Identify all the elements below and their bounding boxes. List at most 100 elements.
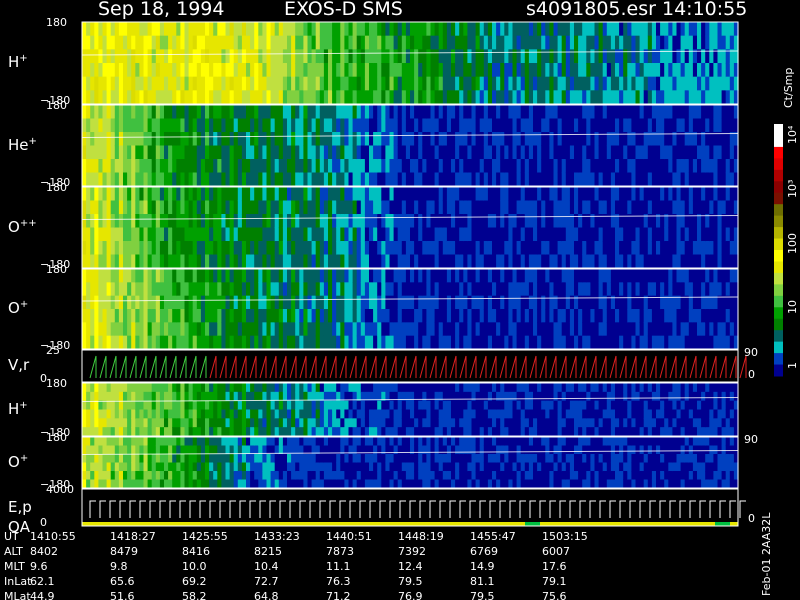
heat-cell	[217, 427, 222, 437]
heat-cell	[569, 105, 575, 120]
heat-cell	[709, 35, 714, 50]
heat-cell	[635, 172, 641, 187]
heat-cell	[336, 118, 341, 133]
heat-cell	[672, 322, 678, 337]
heat-cell	[307, 63, 313, 78]
heat-cell	[561, 241, 567, 256]
heat-cell	[426, 76, 432, 91]
heat-cell	[360, 76, 366, 91]
heat-cell	[127, 105, 132, 120]
heat-cell	[438, 254, 444, 269]
heat-cell	[578, 254, 583, 269]
heat-cell	[397, 90, 403, 105]
heat-cell	[369, 200, 374, 215]
heat-cell	[475, 35, 481, 50]
heat-cell	[364, 282, 370, 297]
heat-cell	[192, 35, 198, 50]
heat-cell	[278, 118, 284, 133]
heat-cell	[151, 309, 157, 323]
heat-cell	[545, 22, 550, 37]
heat-cell	[541, 282, 546, 297]
heat-cell	[369, 254, 374, 269]
heat-cell	[246, 335, 251, 350]
heat-cell	[660, 187, 665, 202]
heat-cell	[643, 187, 649, 202]
heat-cell	[287, 172, 292, 187]
heat-cell	[332, 309, 337, 323]
heat-cell	[336, 63, 341, 78]
heat-cell	[291, 418, 296, 428]
heat-cell	[602, 145, 608, 160]
heat-cell	[98, 418, 104, 428]
heat-cell	[623, 254, 628, 269]
heat-cell	[86, 269, 91, 283]
heat-cell	[721, 418, 727, 428]
heat-cell	[303, 49, 309, 64]
heat-cell	[709, 409, 714, 419]
heat-cell	[94, 105, 99, 120]
heat-cell	[676, 241, 682, 256]
heat-cell	[426, 35, 432, 50]
heat-cell	[151, 254, 157, 269]
heat-cell	[459, 391, 464, 402]
heat-cell	[631, 90, 637, 105]
heat-cell	[98, 471, 104, 481]
heat-cell	[340, 400, 345, 411]
heat-cell	[184, 335, 190, 350]
heat-cell	[356, 63, 362, 78]
heat-cell	[405, 383, 411, 393]
heat-cell	[582, 391, 587, 402]
heat-cell	[504, 282, 509, 297]
heat-cell	[615, 427, 620, 437]
heat-cell	[168, 391, 173, 402]
heat-cell	[369, 63, 374, 78]
heat-cell	[237, 227, 243, 242]
heat-cell	[241, 35, 247, 50]
heat-cell	[319, 282, 325, 297]
heat-cell	[541, 418, 546, 428]
heat-cell	[557, 427, 563, 437]
heat-cell	[512, 118, 518, 133]
heat-cell	[533, 76, 538, 91]
heat-cell	[180, 269, 186, 283]
heat-cell	[701, 90, 706, 105]
heat-cell	[717, 409, 723, 419]
heat-cell	[414, 322, 419, 337]
heat-cell	[106, 295, 112, 310]
heat-cell	[180, 335, 186, 350]
heat-cell	[295, 282, 300, 297]
heat-cell	[578, 159, 583, 174]
heat-cell	[512, 254, 518, 269]
heat-cell	[475, 383, 481, 393]
heat-cell	[414, 90, 419, 105]
heat-cell	[692, 269, 698, 283]
heat-cell	[590, 200, 596, 215]
heat-cell	[590, 309, 596, 323]
heat-cell	[110, 400, 116, 411]
heat-cell	[401, 309, 407, 323]
heat-cell	[237, 49, 243, 64]
heat-cell	[217, 22, 222, 37]
heat-cell	[401, 200, 407, 215]
heat-cell	[405, 427, 411, 437]
heat-cell	[434, 118, 440, 133]
heat-cell	[471, 35, 477, 50]
heat-cell	[504, 400, 509, 411]
heat-cell	[512, 427, 518, 437]
heat-cell	[610, 322, 616, 337]
heat-cell	[705, 35, 710, 50]
heat-cell	[446, 409, 452, 419]
heat-cell	[225, 118, 231, 133]
heat-cell	[274, 132, 280, 147]
heat-cell	[582, 35, 587, 50]
heat-cell	[533, 118, 538, 133]
heat-cell	[701, 145, 706, 160]
heat-cell	[729, 383, 735, 393]
heat-cell	[426, 409, 432, 419]
heat-cell	[528, 322, 534, 337]
heat-cell	[172, 227, 177, 242]
heat-cell	[528, 254, 534, 269]
heat-cell	[496, 145, 501, 160]
heat-cell	[282, 322, 288, 337]
heat-cell	[106, 118, 112, 133]
